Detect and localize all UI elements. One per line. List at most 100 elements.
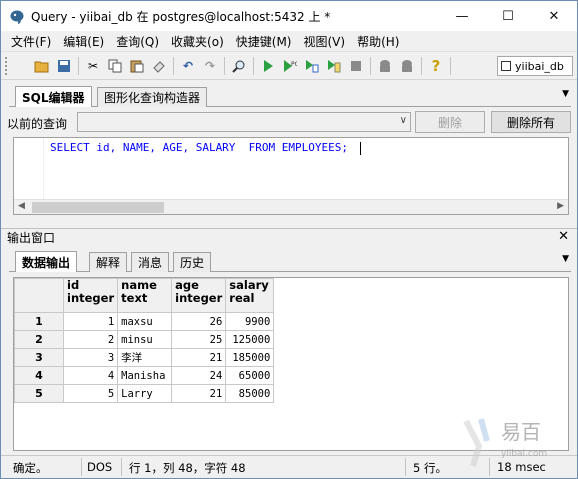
tab-data-output[interactable]: 数据输出 [15, 251, 78, 272]
cell-name[interactable]: maxsu [117, 312, 173, 331]
cell-id[interactable]: 1 [62, 312, 119, 331]
cell-name[interactable]: minsu [117, 330, 173, 349]
cell-salary[interactable]: 9900 [225, 312, 275, 331]
menu-favourites[interactable]: 收藏夹(o) [165, 33, 230, 50]
menu-edit[interactable]: 编辑(E) [57, 33, 110, 50]
title-bar: Query - yiibai_db 在 postgres@localhost:5… [1, 1, 577, 31]
minimize-icon[interactable]: — [439, 1, 485, 31]
previous-queries-combobox[interactable]: ∨ [77, 112, 411, 132]
cell-age[interactable]: 21 [171, 348, 227, 367]
row-number[interactable]: 1 [14, 312, 64, 331]
menu-help[interactable]: 帮助(H) [351, 33, 405, 50]
database-checkbox[interactable] [501, 61, 511, 71]
cell-id[interactable]: 4 [62, 366, 119, 385]
redo-icon[interactable]: ↷ [199, 55, 221, 77]
tab-history[interactable]: 历史 [173, 252, 212, 272]
table-row[interactable]: 5 5 Larry 21 85000 [14, 384, 275, 403]
help-icon[interactable]: ? [425, 55, 447, 77]
column-header-id[interactable]: id integer [62, 278, 119, 313]
scrollbar-thumb[interactable] [32, 202, 164, 213]
status-cursor-position: 行 1，列 48，字符 48 [129, 461, 246, 475]
status-separator [121, 458, 122, 476]
column-header-age[interactable]: age integer [171, 278, 227, 313]
cell-id[interactable]: 3 [62, 348, 119, 367]
open-folder-icon[interactable] [31, 55, 53, 77]
cell-id[interactable]: 5 [62, 384, 119, 403]
close-icon[interactable]: ✕ [531, 1, 577, 31]
eraser-icon[interactable] [148, 55, 170, 77]
cell-name[interactable]: 李洋 [117, 348, 173, 367]
toolbar-separator [253, 57, 254, 75]
sql-text[interactable]: SELECT id, NAME, AGE, SALARY FROM EMPLOY… [50, 141, 362, 155]
stop-icon[interactable] [345, 55, 367, 77]
database-name: yiibai_db [515, 59, 564, 73]
chevron-down-icon[interactable]: ∨ [400, 115, 407, 126]
explain-icon[interactable] [323, 55, 345, 77]
delete-button[interactable]: 删除 [415, 111, 485, 133]
cell-age[interactable]: 21 [171, 384, 227, 403]
menu-bar: 文件(F) 编辑(E) 查询(Q) 收藏夹(o) 快捷键(M) 视图(V) 帮助… [1, 31, 577, 52]
cell-salary[interactable]: 185000 [225, 348, 275, 367]
column-header-salary[interactable]: salary real [225, 278, 275, 313]
corner-cell[interactable] [14, 278, 64, 313]
row-number[interactable]: 5 [14, 384, 64, 403]
toolbar-separator [224, 57, 225, 75]
table-row[interactable]: 3 3 李洋 21 185000 [14, 348, 275, 367]
cell-salary[interactable]: 85000 [225, 384, 275, 403]
table-row[interactable]: 2 2 minsu 25 125000 [14, 330, 275, 349]
menu-file[interactable]: 文件(F) [5, 33, 57, 50]
cell-salary[interactable]: 125000 [225, 330, 275, 349]
cell-age[interactable]: 25 [171, 330, 227, 349]
delete-all-button[interactable]: 删除所有 [491, 111, 571, 133]
database-combobox[interactable]: yiibai_db [497, 56, 573, 76]
cell-name[interactable]: Larry [117, 384, 173, 403]
table-row[interactable]: 4 4 Manisha 24 65000 [14, 366, 275, 385]
output-pane-title: 输出窗口 [7, 230, 56, 245]
tab-graphical-query-builder[interactable]: 图形化查询构造器 [97, 87, 208, 107]
maximize-icon[interactable]: ☐ [485, 1, 531, 31]
menu-query[interactable]: 查询(Q) [110, 33, 165, 50]
tab-menu-arrow-icon[interactable]: ▼ [562, 254, 569, 264]
editor-horizontal-scrollbar[interactable]: ◀ ▶ [14, 199, 568, 214]
tab-explain[interactable]: 解释 [89, 252, 128, 272]
execute-icon[interactable] [257, 55, 279, 77]
copy-icon[interactable] [104, 55, 126, 77]
watermark-url: yiibai.com [501, 449, 547, 459]
toolbar-grip[interactable] [5, 57, 9, 75]
cut-icon[interactable]: ✂ [82, 55, 104, 77]
tab-messages[interactable]: 消息 [131, 252, 170, 272]
cell-salary[interactable]: 65000 [225, 366, 275, 385]
scroll-right-icon[interactable]: ▶ [557, 201, 564, 211]
row-number[interactable]: 2 [14, 330, 64, 349]
paste-icon[interactable] [126, 55, 148, 77]
toolbar-separator [173, 57, 174, 75]
table-row[interactable]: 1 1 maxsu 26 9900 [14, 312, 275, 331]
cell-name[interactable]: Manisha [117, 366, 173, 385]
sql-editor[interactable]: SELECT id, NAME, AGE, SALARY FROM EMPLOY… [13, 137, 569, 215]
commit-icon[interactable] [374, 55, 396, 77]
row-number[interactable]: 4 [14, 366, 64, 385]
cell-age[interactable]: 26 [171, 312, 227, 331]
scroll-left-icon[interactable]: ◀ [18, 201, 25, 211]
execute-pgscript-icon[interactable]: PG [279, 55, 301, 77]
line-number-gutter [14, 138, 44, 200]
column-header-name[interactable]: name text [117, 278, 173, 313]
save-icon[interactable] [53, 55, 75, 77]
undo-icon[interactable]: ↶ [177, 55, 199, 77]
cell-age[interactable]: 24 [171, 366, 227, 385]
svg-text:PG: PG [291, 61, 297, 68]
close-icon[interactable]: ✕ [558, 229, 569, 244]
rollback-icon[interactable] [396, 55, 418, 77]
tab-sql-editor[interactable]: SQL编辑器 [15, 86, 92, 107]
site-watermark: 易百 yiibai.com [461, 411, 571, 471]
menu-view[interactable]: 视图(V) [297, 33, 351, 50]
cell-id[interactable]: 2 [62, 330, 119, 349]
execute-to-file-icon[interactable] [301, 55, 323, 77]
toolbar-separator [421, 57, 422, 75]
find-icon[interactable] [228, 55, 250, 77]
menu-macros[interactable]: 快捷键(M) [230, 33, 298, 50]
row-number[interactable]: 3 [14, 348, 64, 367]
editor-tab-strip: SQL编辑器 图形化查询构造器 ▼ [9, 85, 571, 107]
tab-menu-arrow-icon[interactable]: ▼ [562, 89, 569, 99]
toolbar: ✂ ↶ ↷ PG [1, 53, 577, 80]
